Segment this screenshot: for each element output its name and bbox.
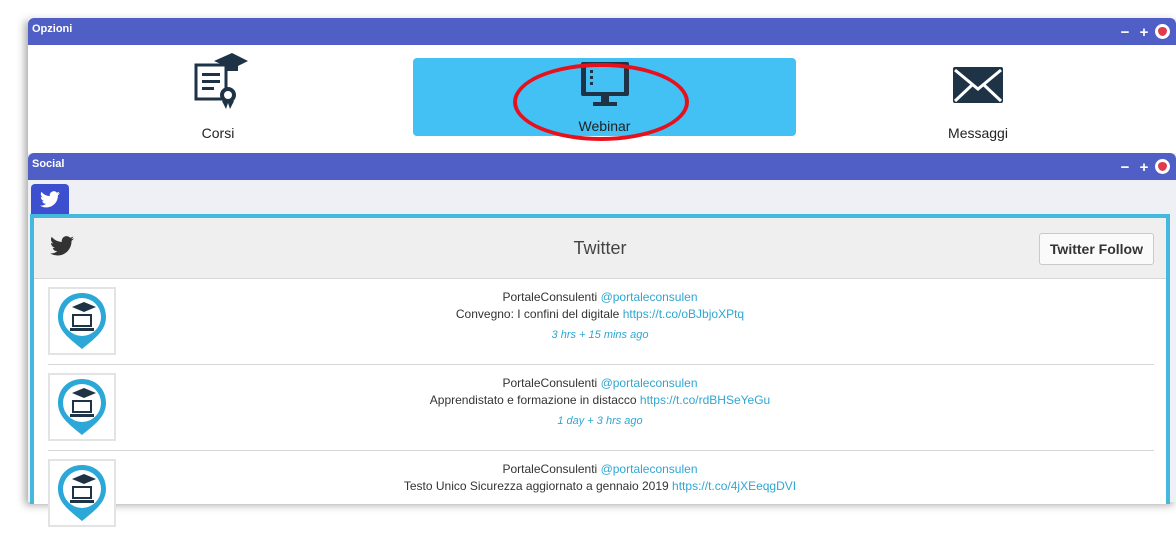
twitter-bird-icon	[40, 190, 60, 207]
tweet-author[interactable]: PortaleConsulenti	[503, 462, 598, 476]
tweet-item: PortaleConsulenti @portaleconsulen Appre…	[34, 365, 1166, 451]
dashboard-frame: Opzioni − + Corsi Webinar Messaggi Socia…	[28, 18, 1176, 527]
twitter-widget-title: Twitter	[573, 238, 627, 258]
tweet-text: Apprendistato e formazione in distacco	[429, 393, 637, 407]
social-panel: Twitter Twitter Follow PortaleConsulenti…	[28, 180, 1176, 527]
tweet-body: PortaleConsulenti @portaleconsulen Appre…	[34, 375, 1166, 430]
expand-icon[interactable]: +	[1136, 24, 1152, 40]
envelope-icon	[953, 67, 1003, 103]
tweet-text: Testo Unico Sicurezza aggiornato a genna…	[403, 479, 669, 493]
twitter-tab[interactable]	[31, 184, 69, 214]
close-shield-icon[interactable]	[1155, 159, 1170, 174]
certificate-icon	[194, 53, 248, 109]
tweet-link[interactable]: https://t.co/rdBHSeYeGu	[640, 393, 770, 407]
tweet-body: PortaleConsulenti @portaleconsulen Conve…	[34, 289, 1166, 344]
social-panel-title: Social	[32, 158, 65, 170]
tweet-author[interactable]: PortaleConsulenti	[503, 376, 598, 390]
options-panel-header: Opzioni − +	[28, 18, 1176, 45]
close-shield-icon[interactable]	[1155, 24, 1170, 39]
minimize-icon[interactable]: −	[1117, 24, 1133, 40]
tweet-handle[interactable]: @portaleconsulen	[601, 290, 698, 304]
option-corsi[interactable]: Corsi	[148, 45, 288, 153]
expand-icon[interactable]: +	[1136, 159, 1152, 175]
tweet-item: PortaleConsulenti @portaleconsulen Conve…	[34, 279, 1166, 365]
tweet-link[interactable]: https://t.co/4jXEeqgDVI	[672, 479, 796, 493]
minimize-icon[interactable]: −	[1117, 159, 1133, 175]
highlight-ring	[513, 63, 689, 141]
tweet-time[interactable]: 3 hrs + 15 mins ago	[34, 327, 1166, 344]
tweet-time[interactable]: 1 day + 3 hrs ago	[34, 413, 1166, 430]
options-panel-title: Opzioni	[32, 23, 73, 35]
twitter-follow-button[interactable]: Twitter Follow	[1038, 233, 1154, 265]
social-panel-header: Social − +	[28, 153, 1176, 180]
option-messaggi[interactable]: Messaggi	[908, 45, 1048, 153]
tweet-handle[interactable]: @portaleconsulen	[601, 462, 698, 476]
tweet-body: PortaleConsulenti @portaleconsulen Testo…	[34, 461, 1166, 495]
option-messaggi-label: Messaggi	[948, 125, 1008, 141]
tweet-link[interactable]: https://t.co/oBJbjoXPtq	[623, 307, 744, 321]
tweet-author[interactable]: PortaleConsulenti	[503, 290, 598, 304]
tweet-item: PortaleConsulenti @portaleconsulen Testo…	[34, 451, 1166, 537]
tweet-text: Convegno: I confini del digitale	[455, 307, 620, 321]
option-corsi-label: Corsi	[201, 125, 235, 141]
twitter-widget-header: Twitter Twitter Follow	[34, 218, 1166, 279]
tweet-handle[interactable]: @portaleconsulen	[601, 376, 698, 390]
twitter-widget: Twitter Twitter Follow PortaleConsulenti…	[30, 214, 1170, 527]
